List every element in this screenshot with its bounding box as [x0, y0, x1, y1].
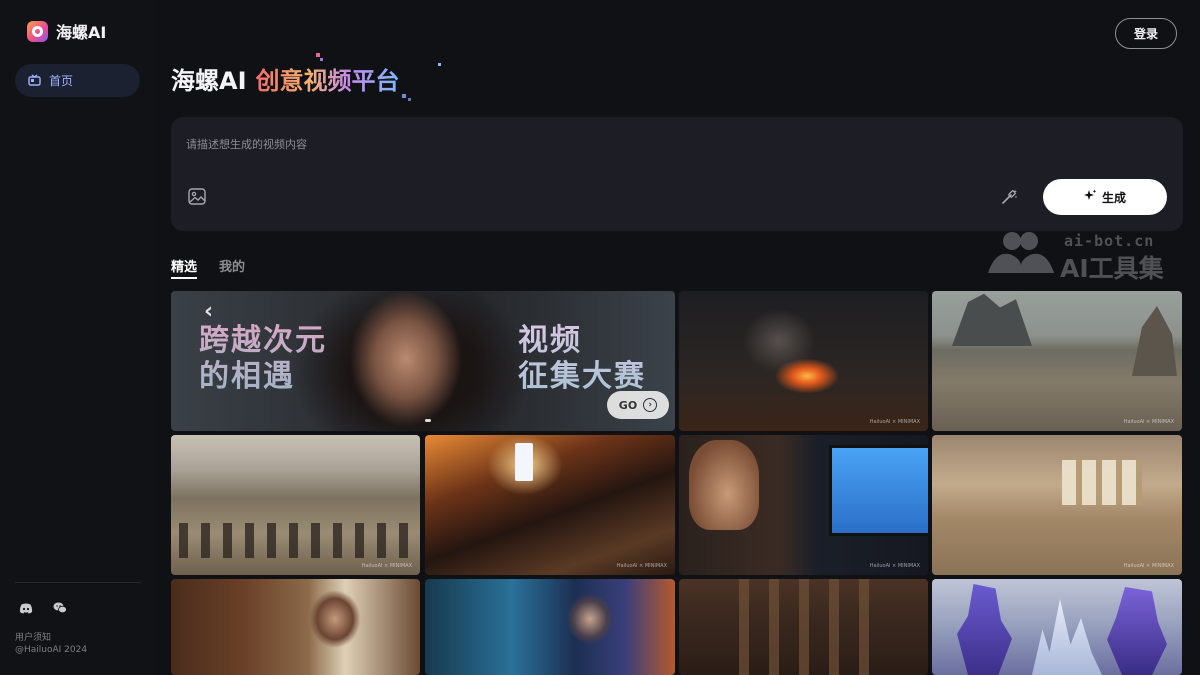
decor-pixel — [402, 94, 406, 98]
terms-link[interactable]: 用户须知 — [15, 630, 51, 643]
page-title-tagline: 创意视频平台 — [256, 61, 400, 96]
banner-right-text: 视频 征集大赛 — [518, 323, 646, 395]
tile-watermark: HailuoAI × MINIMAX — [1123, 563, 1174, 569]
featured-banner[interactable]: ‹ 跨越次元 的相遇 视频 征集大赛 GO › — [171, 291, 675, 431]
video-tile-boy-gaming[interactable]: HailuoAI × MINIMAX — [679, 435, 928, 575]
site-watermark: ai-bot.cn AI工具集 — [986, 231, 1186, 283]
decor-pixel — [316, 53, 320, 57]
banner-text-line: 征集大赛 — [518, 359, 646, 394]
brand-name: 海螺AI — [56, 23, 107, 42]
generate-button[interactable]: 生成 — [1043, 179, 1167, 215]
tile-watermark: HailuoAI × MINIMAX — [869, 419, 920, 425]
decor-pixel — [438, 63, 441, 66]
go-label: GO — [618, 398, 638, 412]
video-tile-cavalry-charge[interactable]: HailuoAI × MINIMAX — [171, 435, 420, 575]
sidebar: 海螺AI 首页 用户须知 @HailuoAI 2024 — [0, 0, 156, 675]
banner-text-line: 跨越次元 — [199, 323, 327, 358]
tile-watermark: HailuoAI × MINIMAX — [361, 563, 412, 569]
video-tile-palace-room[interactable]: HailuoAI × MINIMAX — [932, 435, 1182, 575]
brand[interactable]: 海螺AI — [27, 19, 106, 43]
watermark-url: ai-bot.cn — [1064, 232, 1155, 250]
banner-text-line: 的相遇 — [199, 359, 295, 394]
sidebar-item-label: 首页 — [49, 74, 74, 88]
sparkle-icon — [1083, 189, 1097, 205]
video-tile-city-night[interactable]: HailuoAI × MINIMAX — [425, 435, 675, 575]
home-icon — [28, 71, 41, 90]
tab-mine[interactable]: 我的 — [219, 256, 245, 275]
page-title-brand: 海螺AI — [171, 67, 247, 95]
video-tile-grand-hall[interactable] — [679, 579, 928, 675]
video-tile-crystal-cave[interactable] — [425, 579, 675, 675]
copyright: @HailuoAI 2024 — [15, 645, 88, 655]
prompt-panel: 生成 — [171, 117, 1183, 231]
magic-wand-icon[interactable] — [1000, 188, 1018, 210]
brand-logo-icon — [27, 20, 48, 42]
tile-watermark: HailuoAI × MINIMAX — [1123, 419, 1174, 425]
video-tile-fire-scene[interactable]: HailuoAI × MINIMAX — [679, 291, 928, 431]
decor-pixel — [320, 58, 323, 61]
image-icon[interactable] — [188, 188, 206, 209]
decor-pixel — [408, 98, 411, 101]
sidebar-item-home[interactable]: 首页 — [15, 64, 140, 97]
wechat-icon[interactable] — [53, 599, 67, 618]
sidebar-divider — [15, 582, 141, 583]
banner-go-button[interactable]: GO › — [607, 391, 669, 419]
banner-left-text: 跨越次元 的相遇 — [199, 323, 327, 395]
banner-text-line: 视频 — [518, 323, 582, 358]
chevron-left-icon[interactable]: ‹ — [204, 299, 213, 324]
generate-button-label: 生成 — [1101, 190, 1126, 205]
discord-icon[interactable] — [19, 599, 33, 618]
crystal-shape — [1032, 599, 1102, 675]
watermark-logo-icon — [988, 232, 1054, 273]
video-tile-man-in-study[interactable] — [171, 579, 420, 675]
video-tile-mech-robots[interactable] — [932, 579, 1182, 675]
page-title: 海螺AI 创意视频平台 — [171, 61, 400, 96]
arrow-circle-icon: › — [643, 398, 658, 412]
prompt-input[interactable] — [186, 133, 1086, 155]
tile-watermark: HailuoAI × MINIMAX — [869, 563, 920, 569]
login-button[interactable]: 登录 — [1115, 18, 1177, 49]
tab-featured[interactable]: 精选 — [171, 256, 198, 279]
social-links — [19, 599, 67, 618]
carousel-indicator[interactable] — [425, 419, 431, 422]
video-tile-desert-creature[interactable]: HailuoAI × MINIMAX — [932, 291, 1182, 431]
watermark-name: AI工具集 — [1060, 254, 1164, 283]
tile-watermark: HailuoAI × MINIMAX — [616, 563, 667, 569]
